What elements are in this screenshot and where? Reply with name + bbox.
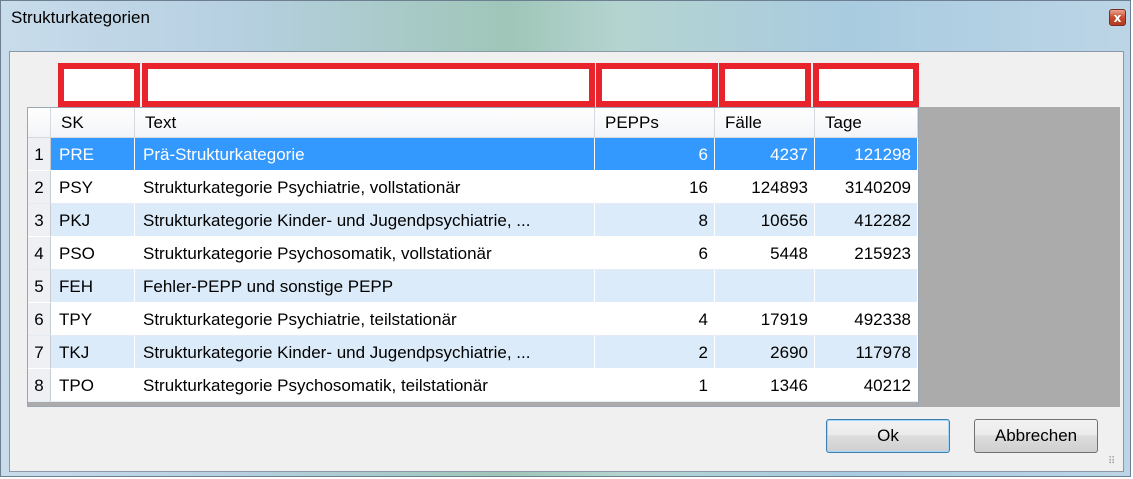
cell-tage[interactable]: 412282 [815, 204, 918, 237]
close-icon[interactable]: x [1109, 9, 1126, 26]
filter-input-faelle[interactable] [719, 63, 811, 107]
column-header-sk[interactable]: SK [51, 108, 135, 138]
cell-sk[interactable]: FEH [51, 270, 135, 303]
cell-pepps[interactable]: 6 [595, 138, 715, 171]
cell-text[interactable]: Strukturkategorie Kinder- und Jugendpsyc… [135, 204, 595, 237]
cell-pepps[interactable]: 1 [595, 369, 715, 402]
cell-text[interactable]: Strukturkategorie Psychiatrie, teilstati… [135, 303, 595, 336]
cell-faelle[interactable]: 10656 [715, 204, 815, 237]
column-header-faelle[interactable]: Fälle [715, 108, 815, 138]
cell-pepps[interactable]: 2 [595, 336, 715, 369]
cell-sk[interactable]: PRE [51, 138, 135, 171]
cell-pepps[interactable]: 4 [595, 303, 715, 336]
cell-sk[interactable]: PKJ [51, 204, 135, 237]
table-row[interactable]: 6 TPY Strukturkategorie Psychiatrie, teils… [28, 303, 918, 336]
row-number[interactable]: 2 [28, 171, 51, 204]
window-title: Strukturkategorien [11, 8, 150, 27]
row-number[interactable]: 3 [28, 204, 51, 237]
cell-faelle[interactable] [715, 270, 815, 303]
cell-pepps[interactable]: 6 [595, 237, 715, 270]
cell-sk[interactable]: TPY [51, 303, 135, 336]
filter-input-sk[interactable] [58, 63, 140, 107]
cell-faelle[interactable]: 4237 [715, 138, 815, 171]
table-row[interactable]: 7 TKJ Strukturkategorie Kinder- und Jugend… [28, 336, 918, 369]
row-number[interactable]: 5 [28, 270, 51, 303]
row-number[interactable]: 8 [28, 369, 51, 402]
cell-pepps[interactable]: 16 [595, 171, 715, 204]
table-row[interactable]: 5 FEH Fehler-PEPP und sonstige PEPP [28, 270, 918, 303]
cell-pepps[interactable]: 8 [595, 204, 715, 237]
row-number[interactable]: 4 [28, 237, 51, 270]
table-row[interactable]: 1 PRE Prä-Strukturkategorie 6 4237 121298 [28, 138, 918, 171]
dialog-window: Strukturkategorien x SK Text PEPPs Fälle… [0, 0, 1131, 477]
data-grid[interactable]: SK Text PEPPs Fälle Tage 1 PRE Prä-Struktu… [27, 107, 919, 407]
cell-tage[interactable]: 121298 [815, 138, 918, 171]
cell-faelle[interactable]: 1346 [715, 369, 815, 402]
cell-text[interactable]: Fehler-PEPP und sonstige PEPP [135, 270, 595, 303]
filter-input-tage[interactable] [813, 63, 919, 107]
filter-input-pepps[interactable] [596, 63, 718, 107]
cell-tage[interactable]: 492338 [815, 303, 918, 336]
resize-grip-icon[interactable]: ⠿ [1108, 456, 1120, 468]
header-corner[interactable] [28, 108, 51, 138]
row-number[interactable]: 6 [28, 303, 51, 336]
table-row[interactable]: 2 PSY Strukturkategorie Psychiatrie, volls… [28, 171, 918, 204]
cell-text[interactable]: Strukturkategorie Psychosomatik, teilsta… [135, 369, 595, 402]
cell-tage[interactable]: 3140209 [815, 171, 918, 204]
grid-empty-area [919, 107, 1120, 407]
cell-sk[interactable]: PSY [51, 171, 135, 204]
filter-input-text[interactable] [142, 63, 595, 107]
cell-faelle[interactable]: 124893 [715, 171, 815, 204]
dialog-client-area: SK Text PEPPs Fälle Tage 1 PRE Prä-Struktu… [9, 51, 1124, 472]
cell-text[interactable]: Strukturkategorie Kinder- und Jugendpsyc… [135, 336, 595, 369]
column-header-text[interactable]: Text [135, 108, 595, 138]
column-header-tage[interactable]: Tage [815, 108, 918, 138]
cell-tage[interactable] [815, 270, 918, 303]
table-row[interactable]: 4 PSO Strukturkategorie Psychosomatik, vol… [28, 237, 918, 270]
cell-faelle[interactable]: 5448 [715, 237, 815, 270]
cell-sk[interactable]: TKJ [51, 336, 135, 369]
cell-pepps[interactable] [595, 270, 715, 303]
cell-text[interactable]: Prä-Strukturkategorie [135, 138, 595, 171]
title-bar[interactable]: Strukturkategorien x [1, 1, 1130, 33]
cancel-button[interactable]: Abbrechen [974, 419, 1098, 453]
row-number[interactable]: 1 [28, 138, 51, 171]
table-row[interactable]: 8 TPO Strukturkategorie Psychosomatik, tei… [28, 369, 918, 402]
row-number[interactable]: 7 [28, 336, 51, 369]
cell-sk[interactable]: TPO [51, 369, 135, 402]
cell-tage[interactable]: 215923 [815, 237, 918, 270]
cell-faelle[interactable]: 17919 [715, 303, 815, 336]
cell-tage[interactable]: 117978 [815, 336, 918, 369]
ok-button[interactable]: Ok [826, 419, 950, 453]
cell-text[interactable]: Strukturkategorie Psychosomatik, vollsta… [135, 237, 595, 270]
column-header-pepps[interactable]: PEPPs [595, 108, 715, 138]
cell-faelle[interactable]: 2690 [715, 336, 815, 369]
cell-text[interactable]: Strukturkategorie Psychiatrie, vollstati… [135, 171, 595, 204]
cell-sk[interactable]: PSO [51, 237, 135, 270]
table-row[interactable]: 3 PKJ Strukturkategorie Kinder- und Jugend… [28, 204, 918, 237]
filter-bar [11, 53, 1122, 107]
cell-tage[interactable]: 40212 [815, 369, 918, 402]
